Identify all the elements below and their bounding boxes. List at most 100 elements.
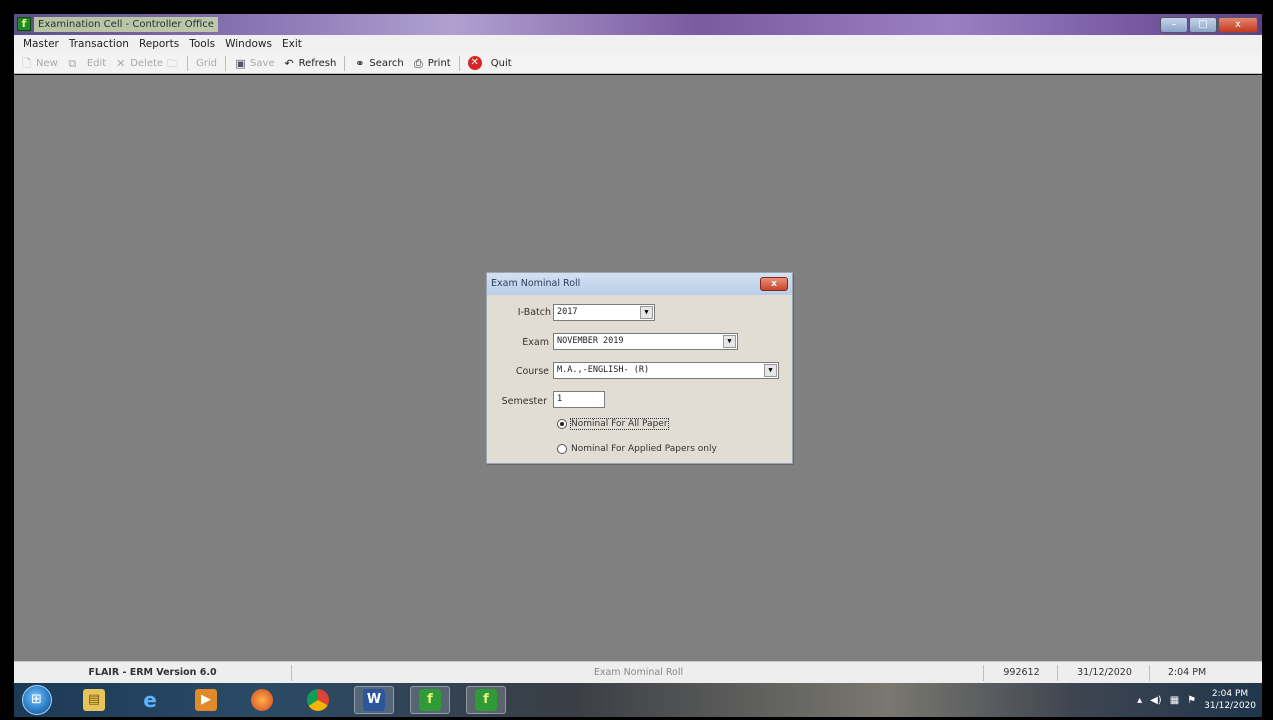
start-button[interactable]: ⊞ bbox=[22, 685, 52, 715]
taskbar-flair-app[interactable]: f bbox=[410, 686, 450, 714]
copy-icon: ⧉ bbox=[68, 56, 77, 70]
delete-button-label: Delete bbox=[130, 57, 164, 69]
status-version: FLAIR - ERM Version 6.0 bbox=[14, 665, 292, 681]
menu-bar: Master Transaction Reports Tools Windows… bbox=[14, 35, 1262, 53]
status-current-form: Exam Nominal Roll bbox=[294, 665, 984, 681]
menu-tools[interactable]: Tools bbox=[184, 36, 220, 52]
binoculars-icon: ⚭ bbox=[355, 56, 365, 70]
print-button-label: Print bbox=[427, 57, 451, 69]
taskbar-chrome[interactable] bbox=[298, 686, 338, 714]
semester-value: 1 bbox=[557, 394, 563, 404]
grid-button[interactable]: Grid bbox=[194, 54, 219, 72]
search-button-label: Search bbox=[369, 57, 404, 69]
status-user-code: 992612 bbox=[986, 665, 1058, 681]
chevron-down-icon[interactable]: ▼ bbox=[723, 335, 736, 348]
exam-label: Exam bbox=[522, 337, 549, 348]
menu-windows[interactable]: Windows bbox=[220, 36, 277, 52]
refresh-icon: ↶ bbox=[284, 56, 294, 70]
minimize-button[interactable]: – bbox=[1160, 17, 1188, 33]
copy-button[interactable]: ⧉ bbox=[64, 54, 81, 72]
radio-all-label: Nominal For All Paper bbox=[570, 418, 669, 430]
exam-dropdown[interactable]: NOVEMBER 2019 ▼ bbox=[553, 333, 738, 350]
course-label: Course bbox=[515, 366, 549, 377]
toolbar: 🗋 New ⧉ Edit ✕ Delete 🗀 Grid ▣ Save ↶ Re… bbox=[14, 53, 1262, 74]
course-dropdown[interactable]: M.A.,-ENGLISH- (R) ▼ bbox=[553, 362, 779, 379]
new-button-label: New bbox=[36, 57, 58, 69]
clock-date: 31/12/2020 bbox=[1204, 701, 1256, 711]
taskbar-media-player[interactable]: ▶ bbox=[186, 686, 226, 714]
menu-transaction[interactable]: Transaction bbox=[64, 36, 134, 52]
quit-icon: ✕ bbox=[467, 56, 482, 70]
taskbar-firefox[interactable] bbox=[242, 686, 282, 714]
dialog-title-bar[interactable]: Exam Nominal Roll x bbox=[487, 273, 792, 295]
semester-input[interactable]: 1 bbox=[553, 391, 605, 408]
taskbar-explorer[interactable]: ▤ bbox=[74, 686, 114, 714]
taskbar-word[interactable]: W bbox=[354, 686, 394, 714]
close-button[interactable]: x bbox=[1218, 17, 1258, 33]
batch-label: I-Batch bbox=[517, 307, 551, 318]
window-controls: – □ x bbox=[1160, 17, 1258, 33]
edit-button-label: Edit bbox=[86, 57, 107, 69]
batch-value: 2017 bbox=[557, 307, 578, 317]
dialog-close-button[interactable]: x bbox=[760, 277, 788, 291]
media-player-icon: ▶ bbox=[195, 689, 217, 711]
folder-icon: 🗀 bbox=[167, 56, 179, 70]
taskbar: ⊞ ▤ e ▶ W f f ▴ ◀) ▦ ⚑ 2:04 PM 31/12/202… bbox=[14, 683, 1262, 717]
chevron-down-icon[interactable]: ▼ bbox=[640, 306, 653, 319]
refresh-button[interactable]: ↶ Refresh bbox=[281, 54, 339, 72]
taskbar-clock[interactable]: 2:04 PM 31/12/2020 bbox=[1204, 688, 1256, 712]
refresh-button-label: Refresh bbox=[298, 57, 337, 69]
flair-app-icon: f bbox=[17, 17, 31, 31]
radio-nominal-all-papers[interactable]: Nominal For All Paper bbox=[557, 418, 669, 430]
chevron-down-icon[interactable]: ▼ bbox=[764, 364, 777, 377]
radio-selected-icon[interactable] bbox=[557, 419, 567, 429]
maximize-button[interactable]: □ bbox=[1189, 17, 1217, 33]
grid-button-label: Grid bbox=[196, 57, 218, 69]
explorer-icon: ▤ bbox=[83, 689, 105, 711]
toolbar-separator bbox=[187, 55, 189, 71]
status-date: 31/12/2020 bbox=[1060, 665, 1150, 681]
new-button[interactable]: 🗋 New bbox=[18, 54, 60, 72]
toolbar-separator bbox=[458, 55, 460, 71]
quit-button-label: Quit bbox=[490, 57, 512, 69]
radio-applied-label: Nominal For Applied Papers only bbox=[571, 444, 717, 454]
volume-icon[interactable]: ◀) bbox=[1150, 695, 1162, 706]
network-icon[interactable]: ▦ bbox=[1170, 695, 1179, 706]
save-button[interactable]: ▣ Save bbox=[232, 54, 277, 72]
flair-app-icon: f bbox=[419, 689, 441, 711]
course-value: M.A.,-ENGLISH- (R) bbox=[557, 365, 650, 375]
save-button-label: Save bbox=[250, 57, 275, 69]
menu-master[interactable]: Master bbox=[18, 36, 64, 52]
flag-icon[interactable]: ⚑ bbox=[1187, 695, 1196, 706]
delete-button[interactable]: ✕ Delete 🗀 bbox=[112, 54, 181, 72]
toolbar-separator bbox=[344, 55, 346, 71]
menu-reports[interactable]: Reports bbox=[134, 36, 184, 52]
print-button[interactable]: ⎙ Print bbox=[410, 54, 453, 72]
title-bar: f Examination Cell - Controller Office –… bbox=[14, 14, 1262, 35]
search-button[interactable]: ⚭ Search bbox=[351, 54, 405, 72]
firefox-icon bbox=[251, 689, 273, 711]
exam-value: NOVEMBER 2019 bbox=[557, 336, 624, 346]
semester-label: Semester bbox=[501, 396, 547, 407]
delete-x-icon: ✕ bbox=[116, 56, 126, 70]
screen: f Examination Cell - Controller Office –… bbox=[0, 0, 1273, 720]
new-document-icon: 🗋 bbox=[22, 56, 31, 70]
dialog-title: Exam Nominal Roll bbox=[491, 278, 581, 289]
chrome-icon bbox=[307, 689, 329, 711]
system-tray: ▴ ◀) ▦ ⚑ 2:04 PM 31/12/2020 bbox=[1137, 685, 1262, 715]
taskbar-internet-explorer[interactable]: e bbox=[130, 686, 170, 714]
quit-button[interactable]: ✕ Quit bbox=[466, 54, 514, 72]
edit-button[interactable]: Edit bbox=[85, 54, 108, 72]
radio-unselected-icon[interactable] bbox=[557, 444, 567, 454]
tray-expand-icon[interactable]: ▴ bbox=[1137, 695, 1142, 706]
status-time: 2:04 PM bbox=[1167, 667, 1207, 678]
toolbar-separator bbox=[225, 55, 227, 71]
printer-icon: ⎙ bbox=[413, 56, 423, 70]
taskbar-flair-app[interactable]: f bbox=[466, 686, 506, 714]
exam-nominal-roll-dialog: Exam Nominal Roll x I-Batch 2017 ▼ Exam … bbox=[486, 272, 793, 464]
windows-logo-icon: ⊞ bbox=[31, 692, 42, 707]
status-bar: FLAIR - ERM Version 6.0 Exam Nominal Rol… bbox=[14, 661, 1262, 683]
batch-dropdown[interactable]: 2017 ▼ bbox=[553, 304, 655, 321]
radio-nominal-applied-papers[interactable]: Nominal For Applied Papers only bbox=[557, 444, 717, 454]
menu-exit[interactable]: Exit bbox=[277, 36, 307, 52]
